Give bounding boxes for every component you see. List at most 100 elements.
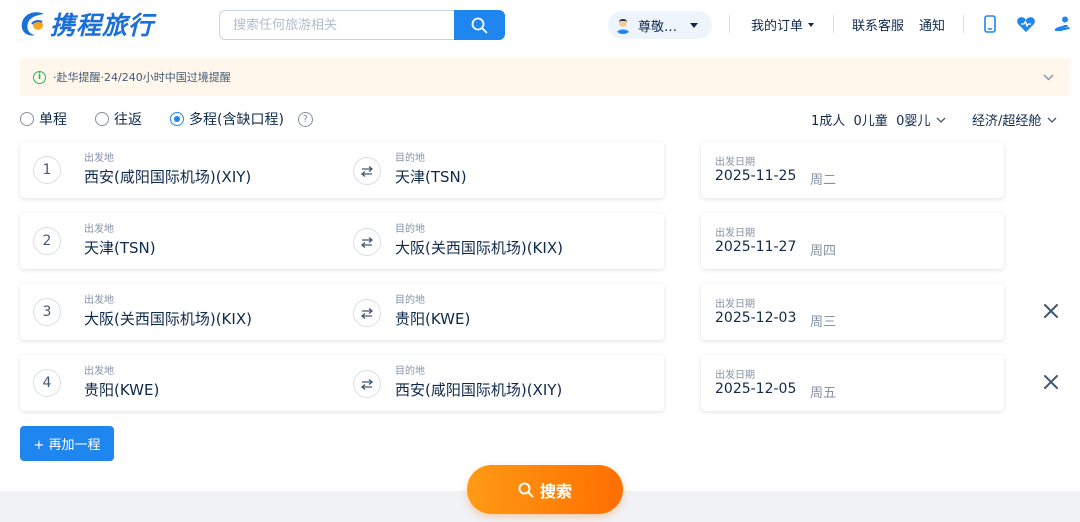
- trip-type-label: 单程: [39, 112, 67, 128]
- chevron-down-icon: [936, 117, 946, 123]
- trip-type-oneway[interactable]: 单程: [20, 109, 67, 129]
- depart-date-field[interactable]: 出发日期 2025-12-05 周五: [701, 355, 1004, 411]
- help-icon[interactable]: ?: [297, 111, 313, 127]
- chevron-down-icon: [1047, 117, 1057, 123]
- swap-icon: [360, 378, 374, 391]
- origin-label: 出发地: [84, 224, 114, 235]
- destination-value: 天津(TSN): [395, 168, 467, 186]
- cabin-label: 经济/超经舱: [972, 114, 1042, 129]
- passenger-selector[interactable]: 1成人 0儿童 0婴儿: [811, 110, 946, 129]
- chevron-down-icon[interactable]: [1043, 71, 1054, 84]
- destination-field[interactable]: 目的地天津(TSN): [395, 152, 467, 188]
- swap-button[interactable]: [353, 370, 381, 398]
- destination-field[interactable]: 目的地西安(咸阳国际机场)(XIY): [395, 365, 562, 401]
- flight-search-button[interactable]: 搜索: [467, 465, 623, 514]
- avatar: [614, 16, 632, 34]
- header-divider: [963, 15, 964, 33]
- segment-row: 4 出发地 贵阳(KWE) 目的地西安(咸阳国际机场)(XIY): [20, 355, 664, 411]
- trip-type-label: 多程(含缺口程): [189, 112, 284, 128]
- depart-date-field[interactable]: 出发日期 2025-11-27 周四: [701, 213, 1004, 269]
- customer-service-icon[interactable]: [1051, 13, 1073, 35]
- depart-date-label: 出发日期: [715, 157, 755, 168]
- origin-field[interactable]: 出发地西安(咸阳国际机场)(XIY): [84, 152, 251, 188]
- swap-button[interactable]: [353, 299, 381, 327]
- swap-icon: [360, 307, 374, 320]
- site-search-button[interactable]: [454, 10, 505, 40]
- close-icon: [1044, 375, 1058, 389]
- destination-value: 贵阳(KWE): [395, 310, 471, 328]
- destination-value: 西安(咸阳国际机场)(XIY): [395, 381, 563, 399]
- header-divider: [729, 15, 730, 33]
- customer-service-link[interactable]: 联系客服: [852, 15, 904, 34]
- transit-notice-banner[interactable]: i ·赴华提醒·24/240小时中国过境提醒: [20, 58, 1070, 96]
- trip-type-group: 单程 往返 多程(含缺口程) ?: [20, 108, 313, 130]
- user-menu[interactable]: 尊敬…: [608, 11, 712, 39]
- depart-date-field[interactable]: 出发日期 2025-12-03 周三: [701, 284, 1004, 340]
- top-header: 携程旅行 尊敬… 我的订单 联系客服 通知: [0, 0, 1080, 50]
- depart-date-label: 出发日期: [715, 370, 755, 381]
- swap-icon: [360, 165, 374, 178]
- segment-number: 4: [33, 369, 61, 397]
- heart-icon[interactable]: [1015, 13, 1037, 35]
- my-orders-label: 我的订单: [751, 19, 804, 34]
- origin-label: 出发地: [84, 295, 114, 306]
- remove-segment-button[interactable]: [1043, 303, 1061, 321]
- info-icon: i: [33, 70, 46, 84]
- swap-button[interactable]: [353, 228, 381, 256]
- close-icon: [1044, 304, 1058, 318]
- origin-field[interactable]: 出发地 天津(TSN): [84, 223, 156, 259]
- segment-row: 1 出发地 西安(咸阳国际机场)(XIY) 目的地 天津(TSN): [20, 142, 664, 198]
- destination-value: 大阪(关西国际机场)(KIX): [395, 239, 563, 257]
- origin-label: 出发地: [84, 366, 114, 377]
- site-search-field[interactable]: [219, 10, 455, 40]
- chevron-down-icon: [690, 22, 698, 28]
- segment-row: 3 出发地 大阪(关西国际机场)(KIX) 目的地贵阳(KWE): [20, 284, 664, 340]
- depart-date-value: 2025-11-25: [715, 168, 797, 184]
- passenger-summary: 1成人 0儿童 0婴儿: [811, 114, 931, 129]
- site-search-input[interactable]: [233, 17, 455, 33]
- depart-date-label: 出发日期: [715, 228, 755, 239]
- trip-type-multicity[interactable]: 多程(含缺口程): [170, 109, 284, 129]
- mobile-icon[interactable]: [979, 13, 1001, 35]
- destination-label: 目的地: [395, 366, 425, 377]
- logo-text: 携程旅行: [50, 11, 155, 40]
- origin-field[interactable]: 出发地 大阪(关西国际机场)(KIX): [84, 294, 252, 330]
- depart-date-value: 2025-12-05: [715, 381, 797, 397]
- weekday-value: 周二: [810, 173, 837, 188]
- trip-type-label: 往返: [114, 112, 142, 128]
- depart-date-value: 2025-12-03: [715, 310, 797, 326]
- my-orders-link[interactable]: 我的订单: [751, 15, 815, 34]
- swap-button[interactable]: [353, 157, 381, 185]
- ctrip-logo[interactable]: 携程旅行: [18, 8, 154, 40]
- user-name: 尊敬…: [638, 19, 678, 35]
- radio-circle: [95, 112, 109, 126]
- notifications-link[interactable]: 通知: [919, 15, 945, 34]
- notifications-label: 通知: [919, 19, 946, 34]
- dolphin-logo-icon: [18, 10, 48, 38]
- cabin-selector[interactable]: 经济/超经舱: [972, 110, 1057, 129]
- origin-label: 出发地: [84, 153, 114, 164]
- origin-value: 西安(咸阳国际机场)(XIY): [84, 168, 252, 186]
- remove-segment-button[interactable]: [1043, 374, 1061, 392]
- weekday-value: 周三: [810, 315, 837, 330]
- swap-icon: [360, 236, 374, 249]
- weekday-value: 周五: [810, 386, 837, 401]
- add-segment-button[interactable]: + 再加一程: [20, 426, 114, 461]
- origin-field[interactable]: 出发地 贵阳(KWE): [84, 365, 159, 401]
- depart-date-label: 出发日期: [715, 299, 755, 310]
- segment-number: 3: [33, 298, 61, 326]
- depart-date-field[interactable]: 出发日期 2025-11-25 周二: [701, 142, 1004, 198]
- chevron-down-icon: [808, 22, 815, 27]
- destination-label: 目的地: [395, 153, 425, 164]
- radio-circle: [170, 112, 184, 126]
- header-divider: [833, 15, 834, 33]
- destination-field[interactable]: 目的地贵阳(KWE): [395, 294, 470, 330]
- segment-row: 2 出发地 天津(TSN) 目的地 大阪(关西国际机场)(KIX): [20, 213, 664, 269]
- depart-date-value: 2025-11-27: [715, 239, 797, 255]
- destination-field[interactable]: 目的地 大阪(关西国际机场)(KIX): [395, 223, 563, 259]
- trip-type-roundtrip[interactable]: 往返: [95, 109, 142, 129]
- search-button-label: 搜索: [539, 481, 572, 501]
- search-icon: [518, 482, 534, 497]
- customer-service-label: 联系客服: [852, 19, 905, 34]
- destination-label: 目的地: [395, 295, 425, 306]
